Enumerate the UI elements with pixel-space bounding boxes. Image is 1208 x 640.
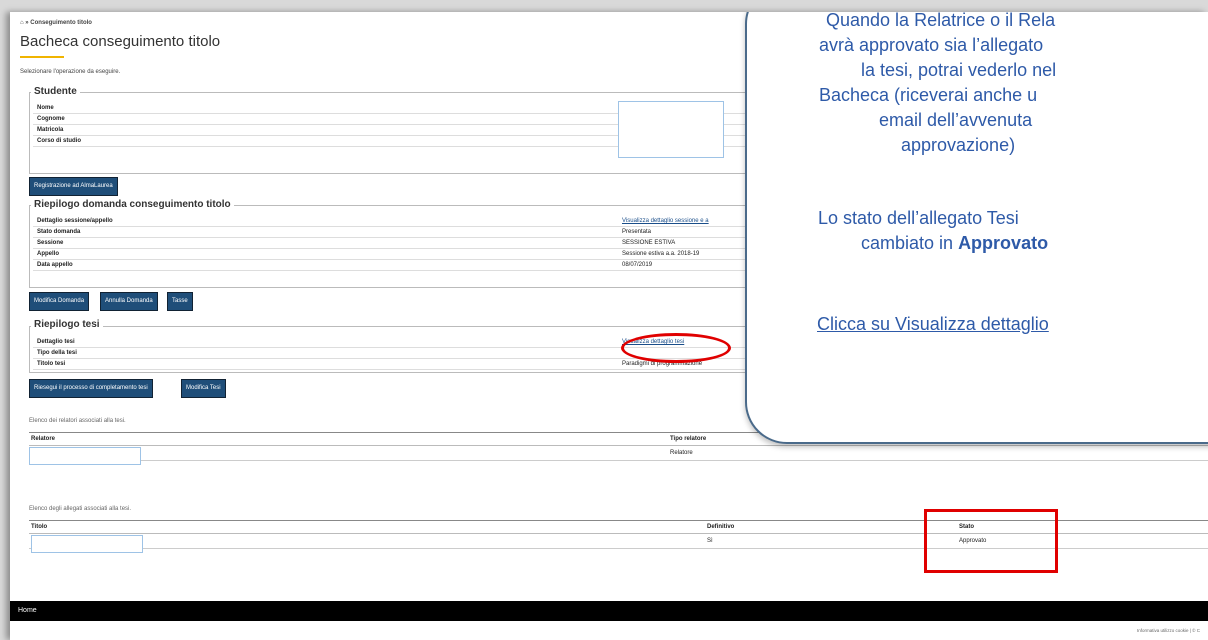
cell: Sì bbox=[705, 533, 957, 549]
table-row: Dettaglio sessione/appello Visualizza det… bbox=[33, 216, 793, 227]
breadcrumb: ⌂ » Conseguimento titolo bbox=[20, 20, 92, 26]
tesi-legend: Riepilogo tesi bbox=[31, 319, 103, 330]
column-header: Relatore bbox=[29, 432, 668, 446]
breadcrumb-text: » Conseguimento titolo bbox=[25, 20, 92, 26]
almalaurea-button[interactable]: Registrazione ad AlmaLaurea bbox=[29, 177, 118, 196]
callout-line: cambiato in Approvato bbox=[861, 233, 1048, 254]
page-title: Bacheca conseguimento titolo bbox=[20, 33, 221, 50]
relatore-name-field bbox=[29, 447, 141, 465]
tasse-button[interactable]: Tasse bbox=[167, 292, 193, 311]
row-label: Nome bbox=[33, 103, 611, 114]
callout-line: approvazione) bbox=[901, 135, 1016, 155]
stato-highlight-rect bbox=[924, 509, 1058, 573]
row-label: Sessione bbox=[33, 237, 618, 249]
table-row: Data appello 08/07/2019 bbox=[33, 259, 793, 271]
allegato-title-field bbox=[31, 535, 143, 553]
title-underline bbox=[20, 56, 64, 58]
footer-cookie-text[interactable]: Informativa utilizzo cookie | © C bbox=[1137, 628, 1200, 633]
row-label: Appello bbox=[33, 248, 618, 260]
callout-line: Clicca su Visualizza dettaglio bbox=[817, 314, 1049, 334]
intro-text: Selezionare l'operazione da eseguire. bbox=[20, 69, 121, 75]
column-header: Definitivo bbox=[705, 520, 957, 534]
row-label: Tipo della tesi bbox=[33, 347, 618, 359]
row-label: Matricola bbox=[33, 124, 611, 136]
callout-line: email dell’avvenuta bbox=[879, 110, 1033, 130]
table-row: Relatore bbox=[29, 445, 1208, 461]
callout-bold-text: Approvato bbox=[958, 233, 1049, 253]
row-label: Titolo tesi bbox=[33, 358, 618, 370]
page-frame: ⌂ » Conseguimento titolo Bacheca consegu… bbox=[10, 12, 1208, 640]
relatori-caption: Elenco dei relatori associati alla tesi. bbox=[29, 418, 126, 424]
callout-line: Bacheca (riceverai anche u bbox=[819, 85, 1038, 105]
table-row: Sessione SESSIONE ESTIVA bbox=[33, 237, 793, 249]
modifica-tesi-button[interactable]: Modifica Tesi bbox=[181, 379, 226, 398]
studente-legend: Studente bbox=[31, 86, 80, 97]
row-label: Corso di studio bbox=[33, 135, 611, 147]
callout-line: Lo stato dell’allegato Tesi bbox=[818, 208, 1019, 228]
cell: Relatore bbox=[668, 445, 1208, 461]
riesegui-button[interactable]: Riesegui il processo di completamento te… bbox=[29, 379, 153, 398]
student-photo-placeholder bbox=[618, 101, 724, 158]
row-label: Cognome bbox=[33, 113, 611, 125]
table-row: Appello Sessione estiva a.a. 2018-19 bbox=[33, 248, 793, 260]
row-label: Dettaglio sessione/appello bbox=[33, 216, 618, 227]
column-header: Titolo bbox=[29, 520, 705, 534]
link-highlight-ellipse bbox=[621, 333, 731, 363]
row-label: Stato domanda bbox=[33, 226, 618, 238]
link-text[interactable]: Visualizza dettaglio sessione e a bbox=[622, 218, 709, 224]
row-label: Data appello bbox=[33, 259, 618, 271]
callout-line: Quando la Relatrice o il Rela bbox=[826, 12, 1056, 30]
callout-text: cambiato in bbox=[861, 233, 959, 253]
modifica-domanda-button[interactable]: Modifica Domanda bbox=[29, 292, 90, 311]
callout-line: avrà approvato sia l’allegato bbox=[819, 35, 1044, 55]
instruction-callout: Quando la Relatrice o il Rela avrà appro… bbox=[745, 12, 1208, 444]
footer-bar: Home bbox=[10, 601, 1208, 621]
domanda-legend: Riepilogo domanda conseguimento titolo bbox=[31, 199, 234, 210]
allegati-caption: Elenco degli allegati associati alla tes… bbox=[29, 506, 132, 512]
footer-home-link[interactable]: Home bbox=[18, 607, 37, 614]
callout-line: la tesi, potrai vederlo nel bbox=[861, 60, 1057, 80]
row-label: Dettaglio tesi bbox=[33, 337, 618, 348]
home-icon[interactable]: ⌂ bbox=[20, 20, 24, 26]
domanda-table: Dettaglio sessione/appello Visualizza det… bbox=[33, 216, 793, 271]
table-row: Stato domanda Presentata bbox=[33, 226, 793, 238]
annulla-domanda-button[interactable]: Annulla Domanda bbox=[100, 292, 158, 311]
